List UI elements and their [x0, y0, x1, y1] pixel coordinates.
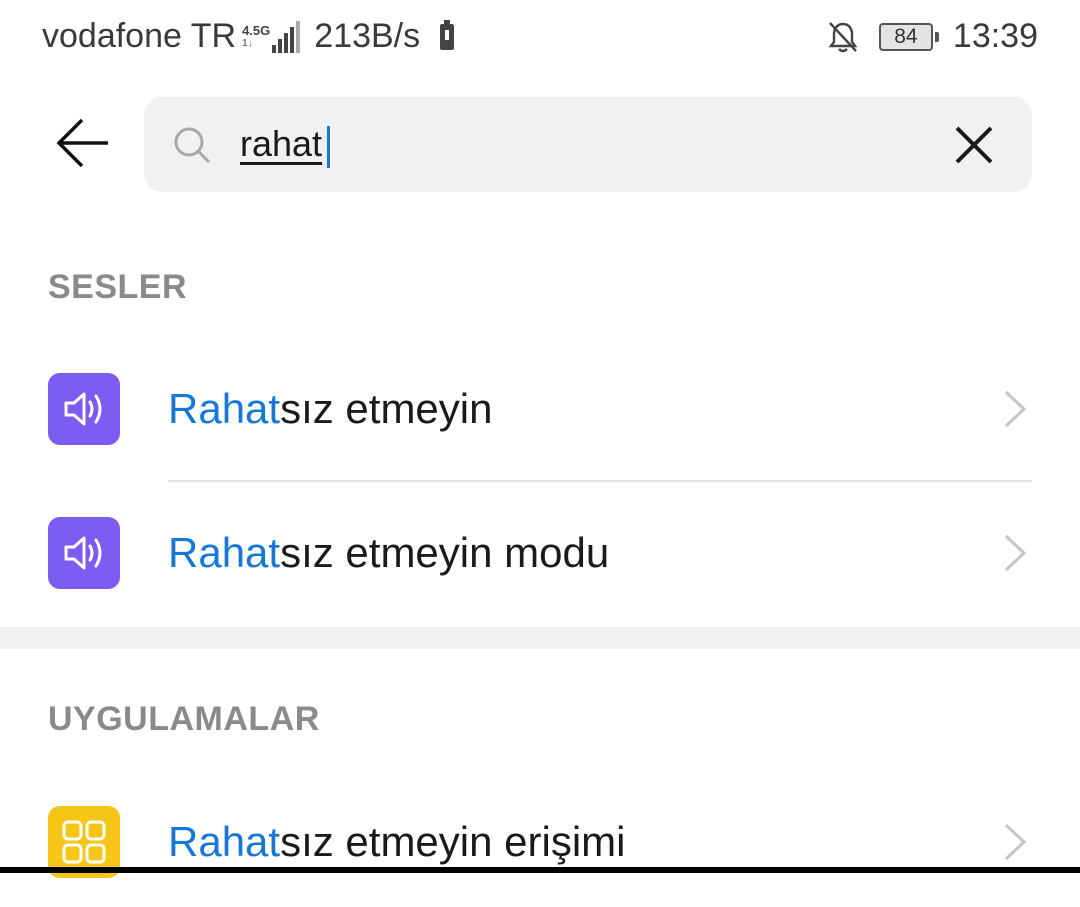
text-caret: [327, 126, 330, 168]
battery-icon: 84: [878, 22, 939, 51]
result-item-do-not-disturb-mode[interactable]: Rahatsız etmeyin modu: [0, 488, 1080, 618]
battery-level: 84: [878, 22, 933, 51]
network-type: 4.5G 1↓: [242, 22, 271, 49]
section-title-sounds: SESLER: [48, 268, 188, 306]
result-label: Rahatsız etmeyin erişimi: [168, 818, 626, 865]
clock: 13:39: [952, 17, 1038, 55]
notifications-off-icon: [828, 21, 858, 52]
list-divider: [168, 480, 1032, 482]
result-label: Rahatsız etmeyin: [168, 385, 493, 432]
back-button[interactable]: [50, 110, 116, 176]
arrow-left-icon: [56, 118, 108, 168]
chevron-right-icon: [1004, 390, 1027, 428]
search-icon: [174, 127, 211, 164]
chevron-right-icon: [1004, 823, 1027, 861]
chevron-right-icon: [1004, 534, 1027, 572]
section-title-apps: UYGULAMALAR: [48, 700, 320, 738]
screen-edge: [0, 867, 1080, 873]
result-item-do-not-disturb[interactable]: Rahatsız etmeyin: [0, 344, 1080, 474]
close-icon[interactable]: [952, 123, 996, 167]
carrier-name: vodafone TR: [42, 17, 237, 55]
search-bar[interactable]: rahat: [144, 97, 1032, 192]
battery-saver-icon: [440, 19, 455, 50]
section-separator: [0, 627, 1080, 649]
speaker-icon: [48, 373, 120, 445]
result-label: Rahatsız etmeyin modu: [168, 529, 610, 576]
status-bar: vodafone TR 4.5G 1↓ 213B/s 84 13:39: [0, 0, 1080, 78]
speaker-icon: [48, 517, 120, 589]
network-speed: 213B/s: [314, 17, 421, 55]
search-input[interactable]: rahat: [240, 119, 322, 169]
result-item-do-not-disturb-access[interactable]: Rahatsız etmeyin erişimi: [0, 777, 1080, 907]
signal-icon: [272, 20, 302, 53]
